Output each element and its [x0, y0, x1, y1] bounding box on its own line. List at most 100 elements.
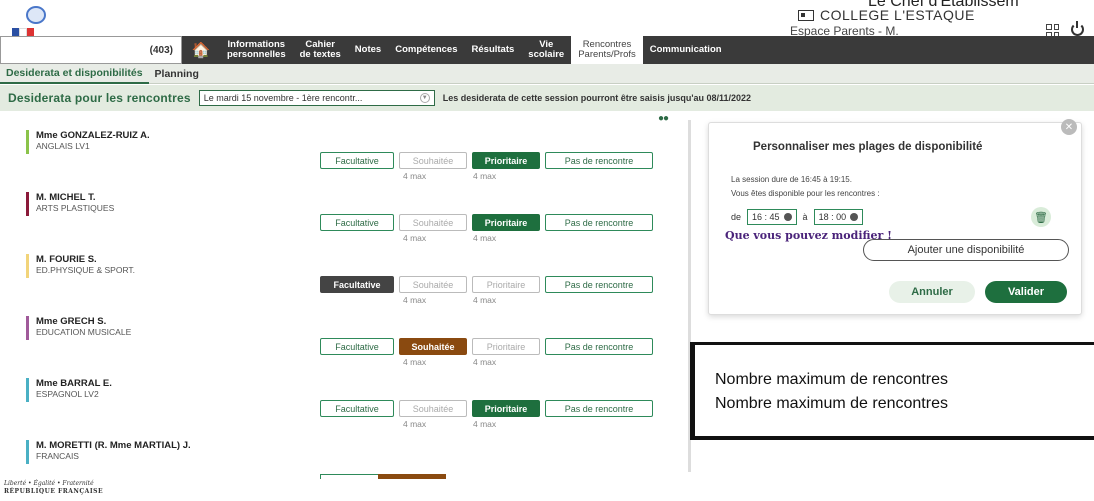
prioritaire-button[interactable]: Prioritaire — [472, 400, 540, 417]
session-duration: La session dure de 16:45 à 19:15. — [731, 175, 852, 184]
student-selector[interactable]: (403) — [0, 36, 182, 64]
teacher-row: Mme GRECH S. EDUCATION MUSICALE Facultativ… — [26, 316, 666, 376]
teacher-subject: EDUCATION MUSICALE — [36, 327, 132, 337]
teacher-row: Mme GONZALEZ-RUIZ A. ANGLAIS LV1 Facultati… — [26, 130, 666, 190]
preference-buttons: Facultative Souhaitée Prioritaire Pas de re… — [320, 214, 653, 231]
subtabs: Desiderata et disponibilités Planning — [0, 64, 1094, 84]
pas-button[interactable]: Pas de rencontre — [545, 152, 653, 169]
prioritaire-button[interactable]: Prioritaire — [472, 338, 540, 355]
teacher-subject: ARTS PLASTIQUES — [36, 203, 115, 213]
teacher-row: Mme BARRAL E. ESPAGNOL LV2 Facultative Souh… — [26, 378, 666, 438]
souhaitee-max-label: 4 max — [403, 295, 427, 305]
preference-buttons: Facultative Souhaitée Prioritaire Pas de re… — [320, 276, 653, 293]
facultative-button[interactable]: Facultative — [320, 214, 394, 231]
annotation-box: Nombre maximum de rencontres Nombre maxi… — [690, 342, 1094, 440]
subject-color-bar — [26, 440, 29, 464]
pas-button[interactable]: Pas de rencontre — [545, 338, 653, 355]
teacher-subject: FRANCAIS — [36, 451, 79, 461]
teacher-subject: ED.PHYSIQUE & SPORT. — [36, 265, 136, 275]
souhaitee-max-label: 4 max — [403, 419, 427, 429]
session-select[interactable]: Le mardi 15 novembre - 1ère rencontr... … — [198, 90, 435, 106]
prioritaire-button[interactable]: Prioritaire — [472, 152, 540, 169]
prioritaire-max-label: 4 max — [473, 357, 497, 367]
souhaitee-max-label: 4 max — [403, 171, 427, 181]
tab-desiderata[interactable]: Desiderata et disponibilités — [0, 64, 149, 84]
chevron-down-icon: ▼ — [419, 93, 430, 103]
subject-color-bar — [26, 378, 29, 402]
close-icon[interactable]: ✕ — [1061, 119, 1077, 135]
souhaitee-max-label: 4 max — [403, 357, 427, 367]
annotation-line-2: Nombre maximum de rencontres — [715, 395, 948, 412]
nav-vie-scolaire[interactable]: Vie scolaire — [521, 36, 571, 64]
nav-informations[interactable]: Informations personnelles — [220, 36, 293, 64]
tab-planning[interactable]: Planning — [149, 64, 205, 84]
main-navbar: (403) 🏠 Informations personnelles Cahier… — [0, 36, 1094, 64]
teacher-name: M. FOURIE S. — [36, 254, 97, 265]
id-card-icon — [798, 10, 814, 21]
souhaitee-button[interactable]: Souhaitée — [399, 400, 467, 417]
validate-button[interactable]: Valider — [985, 281, 1067, 303]
facultative-button[interactable]: Facultative — [320, 400, 394, 417]
pas-button[interactable]: Pas de rencontre — [545, 276, 653, 293]
teacher-subject: ESPAGNOL LV2 — [36, 389, 99, 399]
teacher-list: Mme GONZALEZ-RUIZ A. ANGLAIS LV1 Facultati… — [0, 111, 692, 479]
time-range-row: de 16 : 45 à 18 : 00 — [731, 209, 864, 225]
souhaitee-button[interactable]: Souhaitée — [399, 276, 467, 293]
facultative-button[interactable]: Facultative — [320, 338, 394, 355]
teacher-row: M. MICHEL T. ARTS PLASTIQUES Facultative So… — [26, 192, 666, 252]
pas-button[interactable]: Pas de rencontre — [545, 400, 653, 417]
desiderata-deadline-note: Les desiderata de cette session pourront… — [442, 93, 752, 103]
souhaitee-button[interactable]: Souhaitée — [399, 338, 467, 355]
prioritaire-button[interactable]: Prioritaire — [472, 276, 540, 293]
subject-color-bar — [26, 130, 29, 154]
prioritaire-button[interactable]: Prioritaire — [472, 214, 540, 231]
pas-button[interactable]: Pas de rencontre — [545, 214, 653, 231]
college-name: COLLEGE L'ESTAQUE — [798, 7, 975, 23]
clock-icon — [783, 213, 792, 221]
nav-cahier-textes[interactable]: Cahier de textes — [293, 36, 348, 64]
prioritaire-max-label: 4 max — [473, 419, 497, 429]
subject-color-bar — [26, 316, 29, 340]
souhaitee-button[interactable]: Souhaitée — [399, 214, 467, 231]
preference-buttons: Facultative Souhaitée Prioritaire Pas de re… — [320, 338, 653, 355]
teacher-row: M. MORETTI (R. Mme MARTIAL) J. FRANCAIS — [26, 440, 666, 479]
nav-resultats[interactable]: Résultats — [465, 36, 522, 64]
add-availability-button[interactable]: Ajouter une disponibilité — [863, 239, 1069, 261]
prioritaire-max-label: 4 max — [473, 171, 497, 181]
availability-text: Vous êtes disponible pour les rencontres… — [731, 189, 880, 198]
desiderata-title: Desiderata pour les rencontres — [8, 91, 191, 105]
souhaitee-button[interactable] — [378, 474, 446, 479]
teacher-name: M. MICHEL T. — [36, 192, 96, 203]
republique-footer: Liberté • Égalité • Fraternité RÉPUBLIQU… — [4, 480, 104, 495]
facultative-button[interactable]: Facultative — [320, 152, 394, 169]
top-header: Le Chef d'Etablissem COLLEGE L'ESTAQUE E… — [0, 0, 1094, 38]
teacher-name: Mme GONZALEZ-RUIZ A. — [36, 130, 150, 141]
from-time-input[interactable]: 16 : 45 — [747, 209, 797, 225]
academy-logo — [6, 4, 46, 38]
facultative-button[interactable]: Facultative — [320, 276, 394, 293]
logout-icon[interactable] — [1071, 21, 1084, 36]
souhaitee-button[interactable]: Souhaitée — [399, 152, 467, 169]
prioritaire-max-label: 4 max — [473, 233, 497, 243]
teacher-subject: ANGLAIS LV1 — [36, 141, 90, 151]
prioritaire-max-label: 4 max — [473, 295, 497, 305]
logo-circle-icon — [26, 6, 46, 24]
teacher-name: Mme BARRAL E. — [36, 378, 112, 389]
to-time-input[interactable]: 18 : 00 — [813, 209, 864, 225]
souhaitee-max-label: 4 max — [403, 233, 427, 243]
teacher-name: M. MORETTI (R. Mme MARTIAL) J. — [36, 440, 191, 451]
panel-title: Personnaliser mes plages de disponibilit… — [753, 141, 983, 153]
home-icon[interactable]: 🏠 — [182, 36, 220, 64]
cancel-button[interactable]: Annuler — [889, 281, 975, 303]
nav-rencontres[interactable]: Rencontres Parents/Profs — [571, 36, 643, 64]
availability-panel: ✕ Personnaliser mes plages de disponibil… — [708, 119, 1082, 315]
nav-communication[interactable]: Communication — [643, 36, 729, 64]
desiderata-bar: Desiderata pour les rencontres Le mardi … — [0, 85, 1094, 111]
preference-buttons: Facultative Souhaitée Prioritaire Pas de re… — [320, 400, 653, 417]
nav-notes[interactable]: Notes — [348, 36, 388, 64]
nav-competences[interactable]: Compétences — [388, 36, 464, 64]
preference-buttons: Facultative Souhaitée Prioritaire Pas de re… — [320, 152, 653, 169]
teacher-name: Mme GRECH S. — [36, 316, 107, 327]
subject-color-bar — [26, 254, 29, 278]
trash-icon[interactable]: 🗑 — [1031, 207, 1051, 227]
